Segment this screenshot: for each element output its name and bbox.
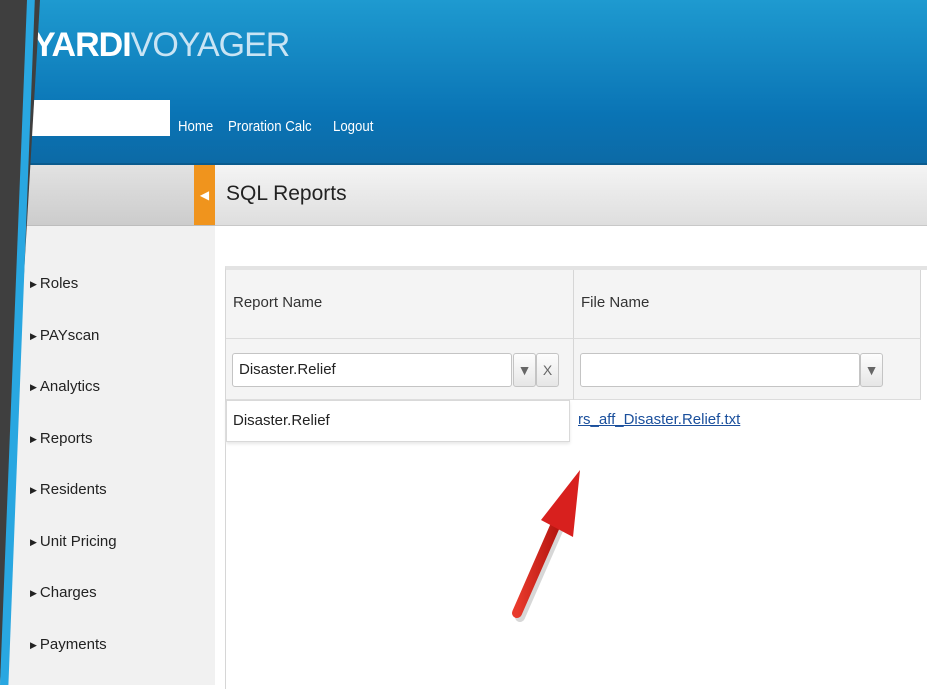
header-blank-box — [31, 100, 170, 136]
caret-right-icon: ▶ — [30, 382, 37, 392]
table-row: Disaster.Relief rs_aff_Disaster.Relief.t… — [226, 400, 926, 442]
sidebar-item-analytics[interactable]: ▶ Analytics — [30, 378, 117, 430]
caret-right-icon: ▶ — [30, 330, 37, 341]
nav-logout[interactable]: Logout — [333, 118, 373, 135]
sidebar-item-label: Analytics — [39, 378, 100, 395]
caret-right-icon: ▶ — [30, 485, 37, 495]
column-header-file-name[interactable]: File Name — [574, 270, 921, 339]
page-header: SQL Reports — [215, 165, 927, 226]
logo-yardi: YARDI — [33, 26, 132, 64]
caret-right-icon: ▶ — [30, 536, 37, 547]
sidebar-header — [0, 165, 215, 226]
app-header: YARDIVOYAGER Home Proration Calc Logout — [0, 0, 927, 165]
nav-home[interactable]: Home — [178, 118, 213, 135]
sidebar-item-label: Charges — [39, 584, 97, 601]
annotation-arrow-icon — [512, 470, 580, 622]
caret-right-icon: ▶ — [30, 279, 37, 289]
app-logo: YARDIVOYAGER — [33, 26, 291, 64]
column-header-report-name[interactable]: Report Name — [226, 270, 574, 339]
filter-icon: ▼ — [864, 362, 879, 378]
file-name-link[interactable]: rs_aff_Disaster.Relief.txt — [578, 400, 740, 440]
file-name-filter-input[interactable] — [580, 353, 860, 387]
caret-right-icon: ▶ — [30, 639, 37, 650]
file-name-filter-button[interactable]: ▼ — [860, 353, 883, 387]
sidebar-item-reports[interactable]: ▶ Reports — [30, 430, 117, 482]
filter-icon: ▼ — [517, 362, 532, 378]
sidebar-item-label: Residents — [39, 481, 107, 498]
logo-voyager: VOYAGER — [130, 26, 291, 64]
column-header-label: File Name — [581, 294, 650, 311]
sidebar-item-residents[interactable]: ▶ Residents — [30, 481, 117, 533]
clear-filter-icon: X — [542, 362, 553, 378]
sidebar-item-label: Unit Pricing — [39, 532, 117, 550]
caret-right-icon: ▶ — [30, 588, 37, 598]
sidebar-collapse-button[interactable]: ◀ — [194, 165, 215, 225]
page-title: SQL Reports — [226, 182, 347, 205]
top-nav: Home Proration Calc Logout — [178, 118, 379, 135]
sidebar-item-label: PAYscan — [39, 326, 100, 344]
report-name-filter-input[interactable]: Disaster.Relief — [232, 353, 512, 387]
report-name-cell: Disaster.Relief — [226, 400, 570, 442]
report-name-filter-button[interactable]: ▼ — [513, 353, 536, 387]
report-name-clear-filter-button[interactable]: X — [536, 353, 559, 387]
sidebar-menu: ▶ Roles ▶ PAYscan ▶ Analytics ▶ Reports ▶ Res… — [30, 275, 117, 687]
sidebar-item-unit-pricing[interactable]: ▶ Unit Pricing — [30, 533, 117, 585]
sidebar: ▶ Roles ▶ PAYscan ▶ Analytics ▶ Reports ▶ Res… — [0, 165, 215, 685]
sidebar-item-roles[interactable]: ▶ Roles — [30, 275, 117, 327]
sidebar-item-payments[interactable]: ▶ Payments — [30, 636, 117, 688]
collapse-chevron-icon: ◀ — [199, 188, 210, 202]
column-header-label: Report Name — [233, 294, 323, 311]
sidebar-item-charges[interactable]: ▶ Charges — [30, 584, 117, 636]
caret-right-icon: ▶ — [30, 433, 37, 444]
filter-cell-report-name: Disaster.Relief ▼ X — [226, 339, 574, 400]
filter-cell-file-name: ▼ — [574, 339, 921, 400]
nav-proration-calc[interactable]: Proration Calc — [228, 118, 312, 135]
sidebar-item-label: Payments — [39, 635, 107, 653]
sidebar-item-label: Roles — [39, 275, 79, 292]
sidebar-item-payscan[interactable]: ▶ PAYscan — [30, 327, 117, 379]
sidebar-item-label: Reports — [39, 429, 93, 447]
